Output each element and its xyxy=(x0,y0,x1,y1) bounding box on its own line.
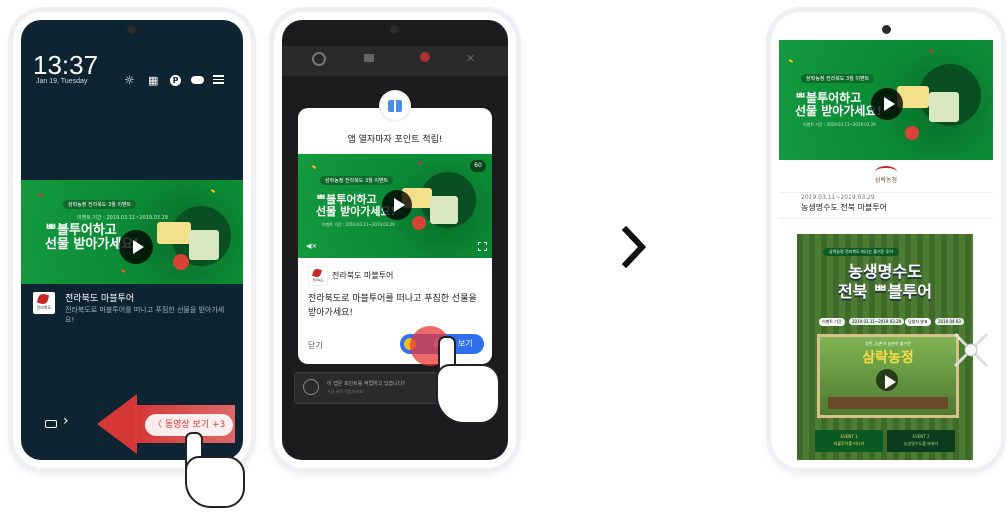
campaign-date: 2019.03.11~2019.03.29 xyxy=(801,194,875,201)
ad-tag: 삼락농정 전라북도 3월 이벤트 xyxy=(801,74,875,83)
poster-pill-3: 당첨자 발표 xyxy=(905,318,931,326)
menu-icon[interactable] xyxy=(213,75,224,84)
advertiser-logo-text: 전라북도 xyxy=(312,278,324,282)
clock-time: 13:37 xyxy=(33,50,99,80)
reward-bar-line1: 이 앱은 포인트를 적립하고 있습니다? xyxy=(327,381,406,387)
hand-pointer-icon xyxy=(426,336,500,426)
popup-video-ad[interactable]: 삼락농정 전라북도 3월 이벤트 ᄈ블투어하고 선물 받아가세요! 이벤트 기간… xyxy=(298,154,492,258)
close-button[interactable]: 닫기 xyxy=(308,340,323,351)
clock-date: Jan 19, Tuesday xyxy=(36,78,88,85)
tour-poster[interactable]: 삼락농정 전라북도 떠나는 즐거운 투어 농생명수도 전북 ᄈ블투어 이벤트 기… xyxy=(797,234,973,460)
fullscreen-icon[interactable] xyxy=(478,242,487,251)
product-box xyxy=(929,92,959,122)
countdown-badge: 60 xyxy=(470,160,486,172)
brightness-icon[interactable]: ☼ xyxy=(124,73,135,87)
reward-bar-line2: 지금 바로 적립하세요! xyxy=(327,389,365,394)
poster-event-1: EVENT 1 마블투어를 떠나라 xyxy=(815,430,883,452)
product-fruit xyxy=(905,126,919,140)
poster-video-title: 삼락농정 xyxy=(862,350,914,366)
ad-period: 이벤트 기간 : 2019.03.11~2019.03.29 xyxy=(322,222,395,227)
chevron-right-icon xyxy=(620,225,648,269)
front-camera xyxy=(390,25,399,34)
ad-tag: 삼락농정 전라북도 3월 이벤트 xyxy=(320,176,394,185)
front-camera xyxy=(127,25,136,34)
lock-icon[interactable] xyxy=(45,420,57,428)
brand-logo-text: 삼락농정 xyxy=(874,177,898,184)
landing-screen: 삼락농정 전라북도 3월 이벤트 ᄈ블투어하고 선물 받아가세요! 이벤트 기간… xyxy=(779,20,993,460)
notification-body: 전라북도로 마블투어를 떠나고 푸짐한 선물을 받아가세요! xyxy=(65,306,225,324)
grid-icon[interactable]: ▦ xyxy=(148,74,158,87)
ad-headline: ᄈ블투어하고 선물 받아가세요! xyxy=(795,91,882,118)
phone-landing: 삼락농정 전라북도 3월 이벤트 ᄈ블투어하고 선물 받아가세요! 이벤트 기간… xyxy=(771,12,1001,468)
product-fruit xyxy=(412,216,426,230)
poster-pill-2: 2019.03.11~2019.03.29 xyxy=(849,318,905,325)
play-icon[interactable] xyxy=(876,369,898,391)
bg-icon xyxy=(420,52,430,62)
reward-popup: 앱 열자마자 포인트 적립! 삼락농정 전라북도 3월 이벤트 ᄈ블투어하고 선… xyxy=(298,92,492,366)
gift-icon xyxy=(381,92,409,120)
point-icon[interactable]: P xyxy=(170,75,181,86)
divider xyxy=(779,218,993,219)
ad-period: 이벤트 기간 : 2019.03.11~2019.03.29 xyxy=(803,122,876,127)
play-icon[interactable] xyxy=(382,190,412,220)
reward-bar-icon xyxy=(303,379,319,395)
lockscreen: 13:37 Jan 19, Tuesday ☼ ▦ P 삼락농정 전라북도 3월… xyxy=(21,20,243,460)
poster-tag: 삼락농정 전라북도 떠나는 즐거운 투어 xyxy=(823,248,899,256)
notification-logo: 전라북도 xyxy=(33,292,55,314)
poster-video[interactable]: 농민, 농촌이 농촌이 즐거운 삼락농정 xyxy=(817,334,959,418)
swipe-arrow-head xyxy=(97,394,137,454)
product-fruit xyxy=(173,254,189,270)
video-ad-banner[interactable]: 삼락농정 전라북도 3월 이벤트 ᄈ블투어하고 선물 받아가세요! 이벤트 기간… xyxy=(21,180,243,284)
poster-headline: 농생명수도 전북 ᄈ블투어 xyxy=(838,262,932,301)
campaign-title: 농생명수도 전북 마블투어 xyxy=(801,203,888,212)
popup-title: 앱 열자마자 포인트 적립! xyxy=(347,135,443,145)
phone-lockscreen: 13:37 Jan 19, Tuesday ☼ ▦ P 삼락농정 전라북도 3월… xyxy=(13,12,251,468)
brand-logo: 삼락농정 xyxy=(869,166,903,188)
play-icon[interactable] xyxy=(119,230,153,264)
notification-title: 전라북도 마블투어 xyxy=(65,294,135,304)
gamepad-icon[interactable] xyxy=(191,76,204,84)
product-box xyxy=(189,230,219,260)
advertiser-logo: 전라북도 xyxy=(308,266,328,286)
product-box xyxy=(157,222,191,244)
play-icon[interactable] xyxy=(871,88,903,120)
lock-arrow[interactable]: › xyxy=(63,413,69,429)
bg-icon xyxy=(312,52,326,66)
popup-message: 전라북도로 마블투어를 떠나고 푸짐한 선물을 받아가세요! xyxy=(308,294,477,318)
ad-period: 이벤트 기간 : 2019.03.11~2019.03.29 xyxy=(77,215,168,221)
ad-tag: 삼락농정 전라북도 3월 이벤트 xyxy=(63,200,137,209)
poster-event-2: EVENT 2 농생명수도를 봐봐라 xyxy=(887,430,955,452)
front-camera xyxy=(882,25,891,34)
product-box xyxy=(430,196,458,224)
divider xyxy=(779,192,993,193)
bg-icon xyxy=(364,54,374,62)
advertiser-name: 전라북도 마블투어 xyxy=(332,271,394,280)
hand-pointer-icon xyxy=(175,432,245,510)
bg-icon: ✕ xyxy=(466,52,476,65)
poster-pill-1: 이벤트 기간 xyxy=(819,318,845,326)
mute-icon[interactable]: ◀× xyxy=(306,242,317,250)
poster-pill-4: 2019.04.03 xyxy=(935,318,964,325)
landing-ad-banner[interactable]: 삼락농정 전라북도 3월 이벤트 ᄈ블투어하고 선물 받아가세요! 이벤트 기간… xyxy=(779,40,993,160)
drone-icon xyxy=(951,330,991,370)
notification-logo-text: 전라북도 xyxy=(36,305,52,310)
